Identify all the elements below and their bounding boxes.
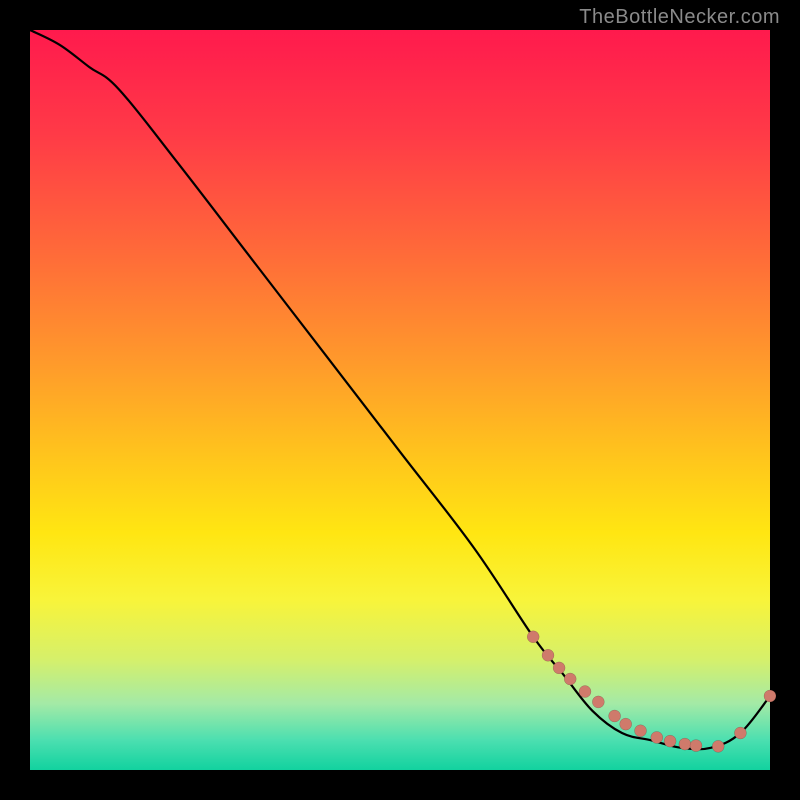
watermark-text: TheBottleNecker.com bbox=[579, 6, 780, 29]
marker-point bbox=[651, 731, 663, 743]
marker-point bbox=[635, 725, 647, 737]
marker-point bbox=[679, 738, 691, 750]
marker-point bbox=[553, 662, 565, 674]
marker-point bbox=[527, 631, 539, 643]
marker-point bbox=[690, 740, 702, 752]
marker-point bbox=[579, 686, 591, 698]
bottleneck-curve bbox=[30, 30, 770, 749]
highlight-markers bbox=[527, 631, 776, 753]
marker-point bbox=[734, 727, 746, 739]
marker-point bbox=[712, 740, 724, 752]
marker-point bbox=[609, 710, 621, 722]
chart-stage: TheBottleNecker.com bbox=[0, 0, 800, 800]
marker-point bbox=[542, 649, 554, 661]
marker-point bbox=[564, 673, 576, 685]
plot-frame bbox=[30, 30, 770, 770]
plot-svg bbox=[30, 30, 770, 770]
marker-point bbox=[592, 696, 604, 708]
marker-point bbox=[764, 690, 776, 702]
marker-point bbox=[620, 718, 632, 730]
marker-point bbox=[664, 735, 676, 747]
